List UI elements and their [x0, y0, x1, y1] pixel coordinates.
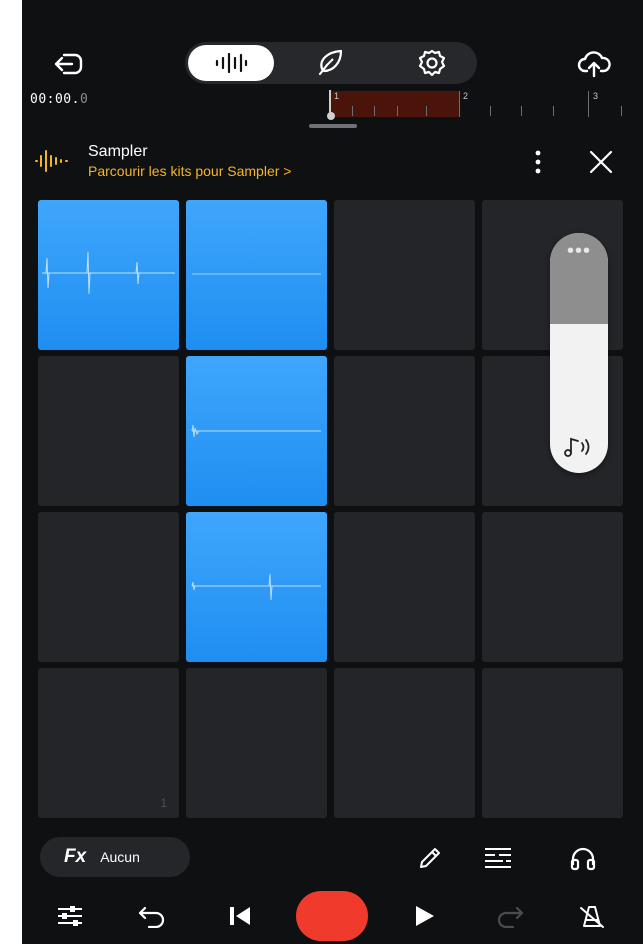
tick [374, 106, 375, 116]
pad-10[interactable] [186, 512, 327, 662]
lines-list-icon[interactable] [478, 840, 518, 876]
mode-switch [185, 42, 477, 84]
time-readout: 00:00.0 [30, 92, 88, 107]
fx-value: Aucun [100, 849, 140, 865]
sampler-icon [34, 146, 74, 181]
app-window: 00:00.0 1 2 3 Sampler Parcourir les kits… [22, 0, 643, 944]
skip-back-icon[interactable] [218, 888, 262, 944]
tick [553, 106, 554, 116]
gear-icon[interactable] [407, 45, 457, 81]
pad-3[interactable] [334, 200, 475, 350]
playhead-handle[interactable] [327, 112, 335, 120]
pad-14[interactable] [186, 668, 327, 818]
headphones-icon[interactable] [563, 840, 603, 876]
pad-11[interactable] [334, 512, 475, 662]
tick [352, 106, 353, 116]
cloud-upload-icon[interactable] [570, 46, 618, 82]
record-button[interactable] [296, 891, 368, 941]
fx-button[interactable]: Fx Aucun [40, 837, 190, 877]
pad-12[interactable] [482, 512, 623, 662]
pad-5[interactable] [38, 356, 179, 506]
feather-icon[interactable] [305, 45, 355, 81]
pad-13[interactable]: 1 [38, 668, 179, 818]
bar-number: 2 [463, 91, 469, 101]
pad-2[interactable] [186, 200, 327, 350]
more-vertical-icon[interactable] [524, 144, 552, 180]
undo-icon[interactable] [130, 888, 174, 944]
close-icon[interactable] [583, 144, 619, 180]
redo-icon[interactable] [488, 888, 532, 944]
browse-kits-link[interactable]: Parcourir les kits pour Sampler > [88, 163, 291, 179]
pad-grid: 1 [38, 200, 631, 818]
tick [490, 106, 491, 116]
bar-line [588, 91, 589, 117]
metronome-off-icon[interactable] [570, 888, 614, 944]
pencil-icon[interactable] [410, 840, 450, 876]
bar-number: 1 [334, 91, 340, 101]
mixer-sliders-icon[interactable] [50, 888, 90, 944]
waveform-icon[interactable] [188, 45, 274, 81]
tick [426, 106, 427, 116]
volume-more-icon[interactable]: ••• [550, 241, 608, 261]
note-volume-icon [559, 433, 599, 466]
pad-9[interactable] [38, 512, 179, 662]
pad-number: 1 [160, 796, 167, 810]
exit-arrow-icon[interactable] [46, 46, 90, 82]
loop-region[interactable] [330, 91, 459, 117]
top-bar [22, 0, 643, 90]
fx-label: Fx [64, 846, 87, 867]
drag-handle[interactable] [309, 124, 357, 128]
instrument-name: Sampler [88, 143, 148, 160]
tick [397, 106, 398, 116]
tick [521, 106, 522, 116]
play-icon[interactable] [402, 888, 446, 944]
pad-15[interactable] [334, 668, 475, 818]
time-fraction: 0 [79, 92, 89, 107]
pad-16[interactable] [482, 668, 623, 818]
tick [621, 106, 622, 116]
instrument-header: Sampler Parcourir les kits pour Sampler … [22, 130, 643, 194]
volume-slider[interactable]: ••• [550, 233, 608, 473]
time-main: 00:00. [30, 92, 80, 107]
pad-7[interactable] [334, 356, 475, 506]
pad-6[interactable] [186, 356, 327, 506]
bar-line [459, 91, 460, 117]
timeline[interactable]: 00:00.0 1 2 3 [22, 88, 643, 120]
pad-1[interactable] [38, 200, 179, 350]
bar-number: 3 [593, 91, 599, 101]
